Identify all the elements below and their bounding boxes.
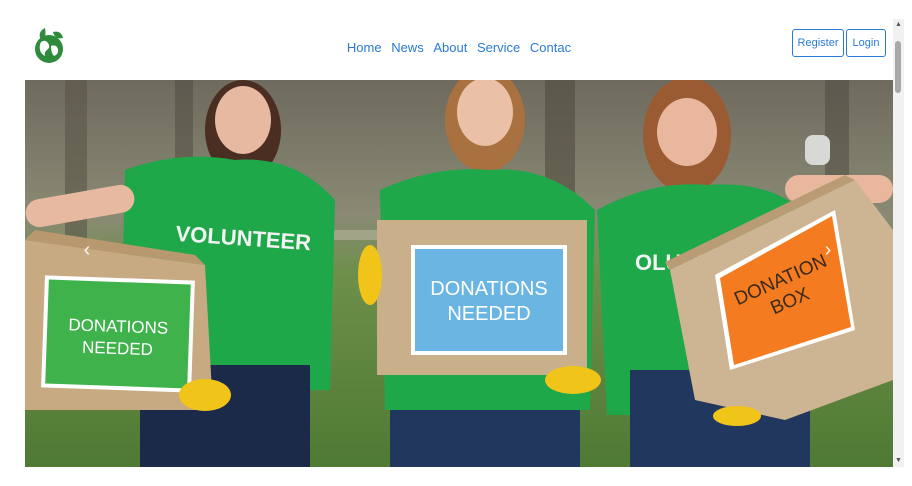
nav-link-service[interactable]: Service — [477, 40, 520, 55]
navbar: Home News About Service Contac Register … — [25, 19, 893, 79]
box-label-middle — [415, 249, 563, 351]
carousel-next-icon[interactable]: › — [818, 230, 838, 270]
register-button[interactable]: Register — [792, 29, 844, 57]
scroll-down-icon[interactable]: ▼ — [893, 456, 904, 466]
box-middle-line2: NEEDED — [447, 303, 530, 325]
box-left-line1: DONATIONS — [68, 315, 168, 337]
vertical-scrollbar[interactable]: ▲ ▼ — [893, 19, 904, 467]
hero-carousel: VOLUNTEER DONATIONS NEEDED DONATIONS NEE… — [25, 80, 893, 467]
nav-link-contact[interactable]: Contac — [530, 40, 571, 55]
nav-link-news[interactable]: News — [391, 40, 424, 55]
scroll-thumb[interactable] — [895, 41, 901, 93]
nav-link-home[interactable]: Home — [347, 40, 382, 55]
scroll-up-icon[interactable]: ▲ — [893, 20, 904, 30]
box-middle-line1: DONATIONS — [430, 278, 547, 300]
login-button[interactable]: Login — [846, 29, 886, 57]
hero-image: VOLUNTEER DONATIONS NEEDED DONATIONS NEE… — [25, 80, 893, 467]
nav-link-about[interactable]: About — [433, 40, 467, 55]
main-nav: Home News About Service Contac — [25, 40, 893, 55]
carousel-prev-icon[interactable]: ‹ — [77, 230, 97, 270]
box-left-line2: NEEDED — [82, 338, 153, 359]
page: Home News About Service Contac Register … — [25, 19, 893, 467]
